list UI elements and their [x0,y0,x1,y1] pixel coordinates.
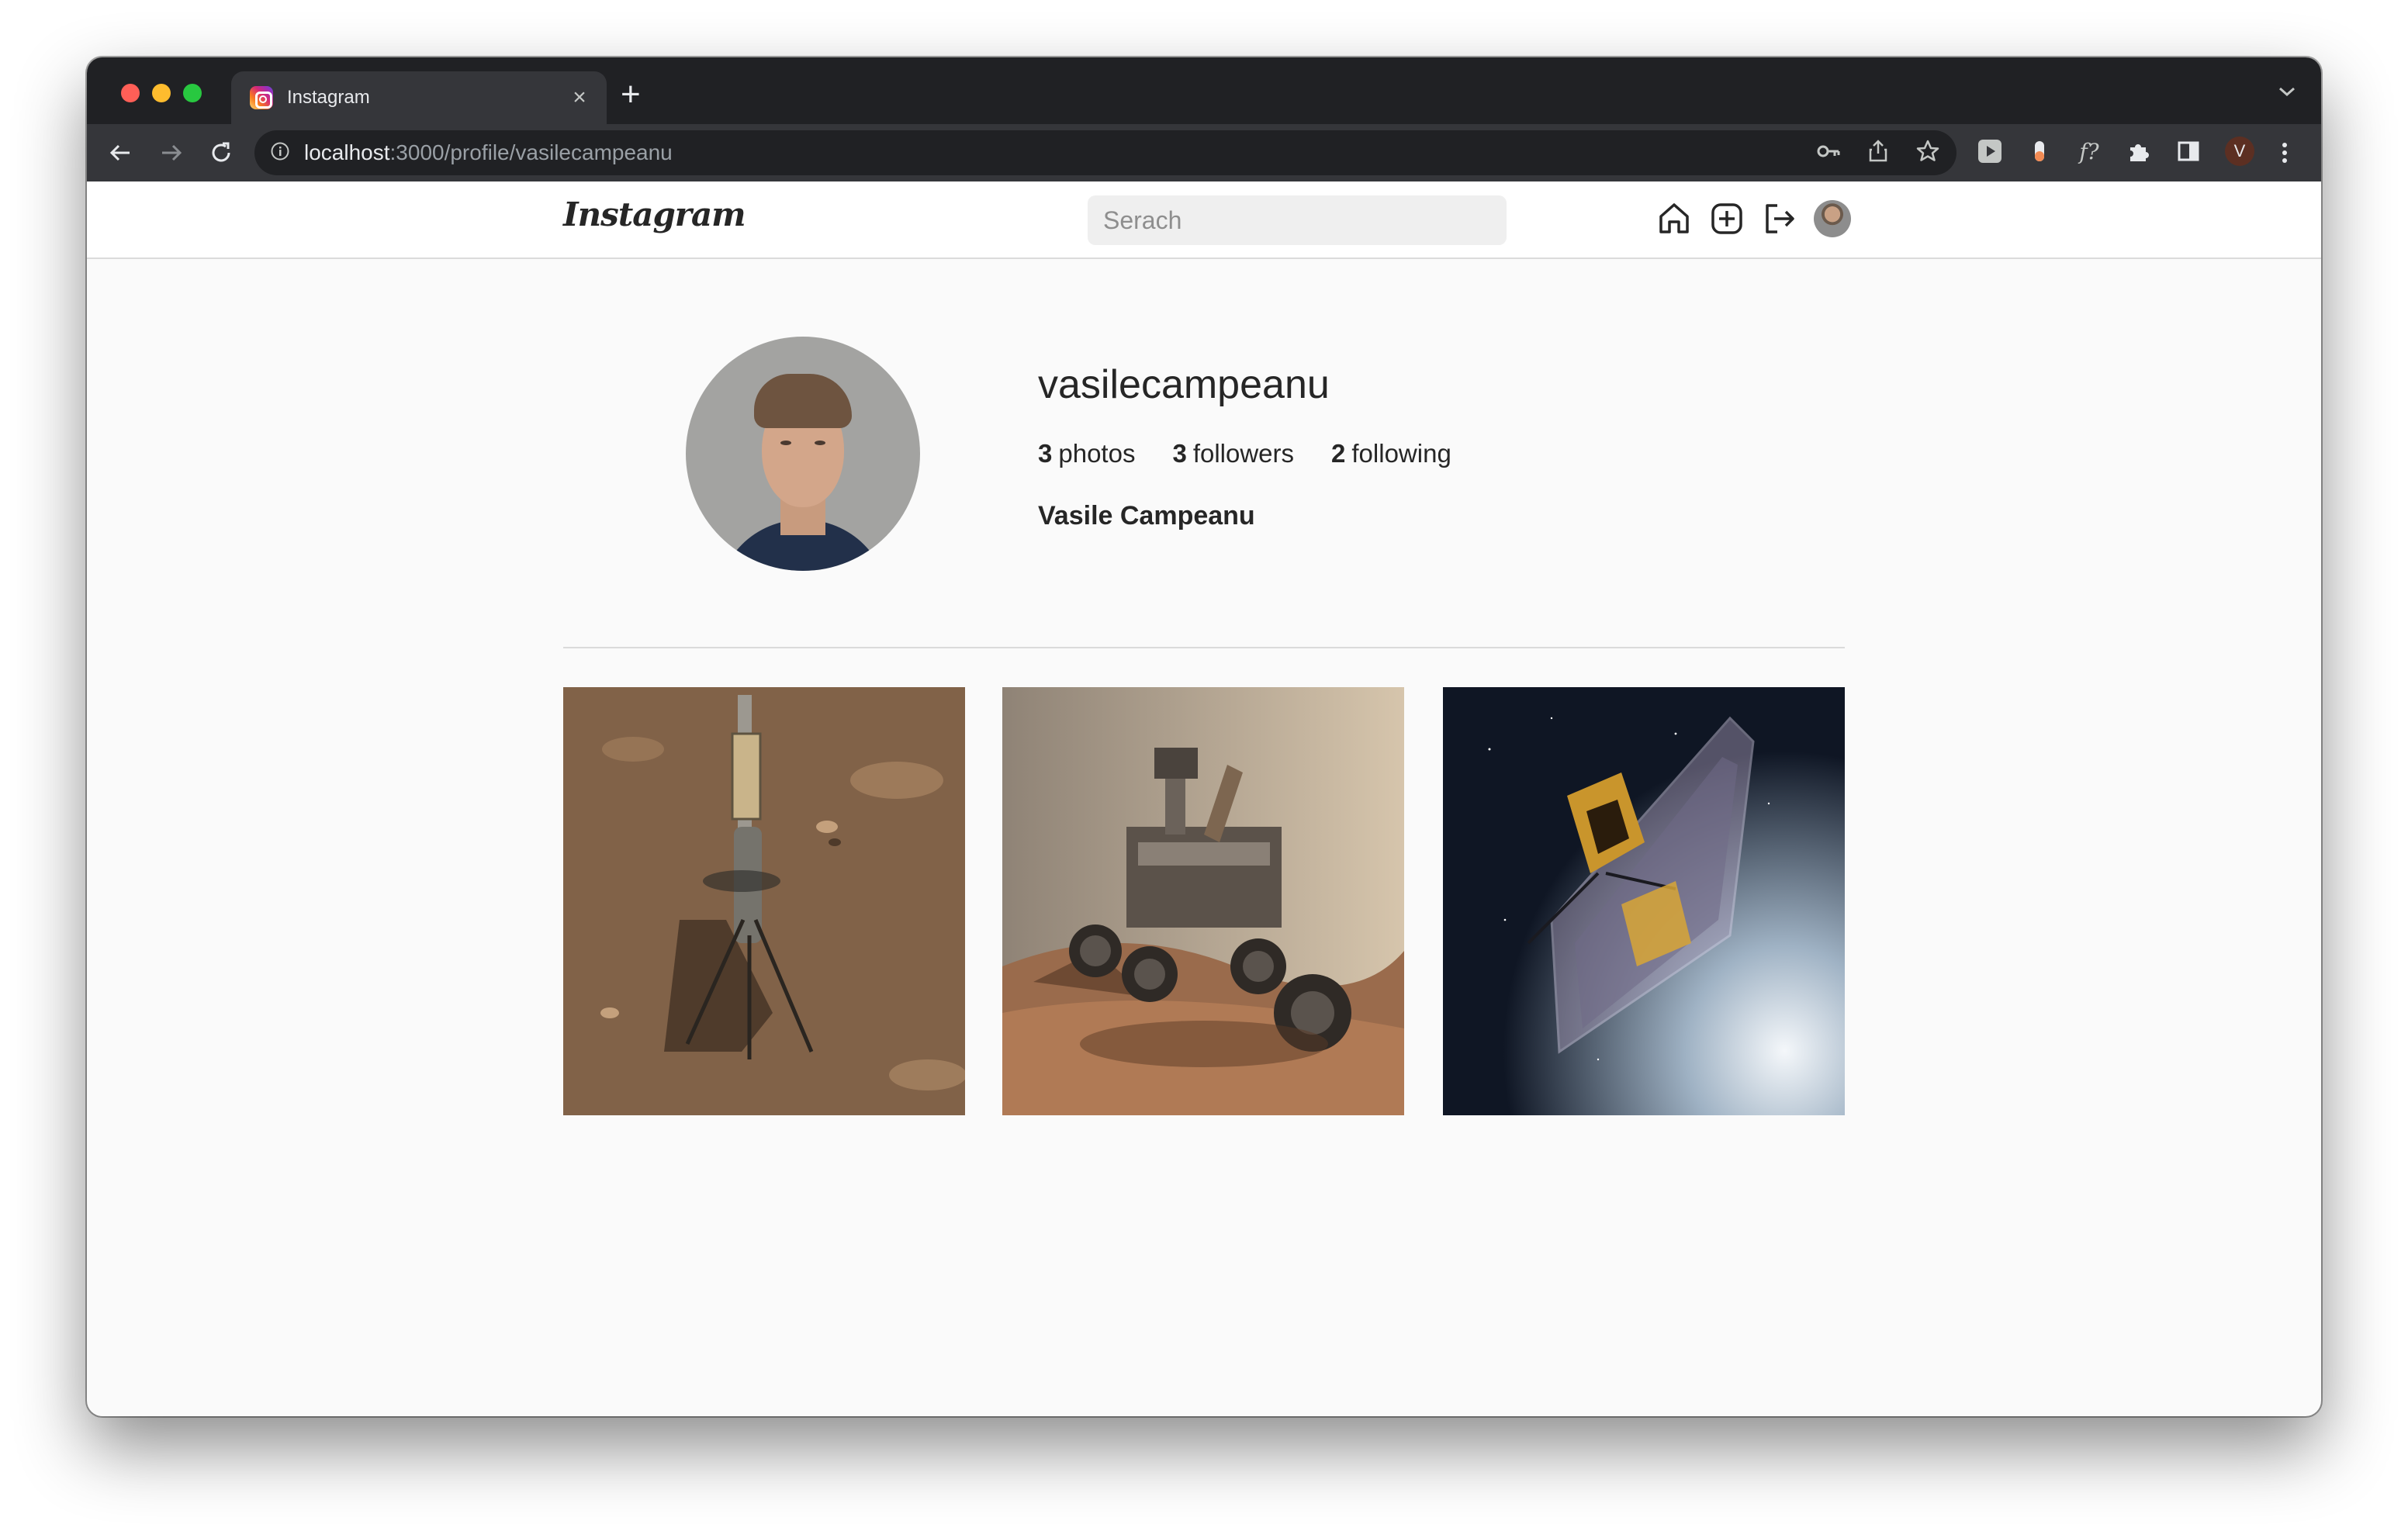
maximize-window-button[interactable] [183,84,202,102]
browser-toolbar: localhost:3000/profile/vasilecampeanu f?… [87,124,2321,181]
photos-label: photos [1058,439,1136,468]
avatar-eye [780,441,791,445]
url-text: localhost:3000/profile/vasilecampeanu [304,140,673,165]
photo-tile-rover[interactable] [1002,687,1404,1115]
side-panel-icon[interactable] [2175,138,2202,164]
photos-count: 3 [1038,439,1053,468]
new-tab-button[interactable]: + [621,78,641,112]
followers-count: 3 [1172,439,1187,468]
password-key-icon[interactable] [1815,138,1842,168]
instagram-favicon-icon [250,86,273,109]
tab-strip: Instagram × + [87,57,2321,124]
following-label: following [1351,439,1451,468]
profile-full-name: Vasile Campeanu [1038,501,1255,530]
font-finder-extension-icon[interactable]: f? [2076,138,2102,164]
profile-avatar [686,337,920,571]
extensions-puzzle-icon[interactable] [2126,138,2152,164]
photo-tile-helicopter[interactable] [563,687,965,1115]
avatar-eye [815,441,825,445]
url-host: localhost [304,140,390,164]
search-input[interactable] [1088,195,1507,245]
new-post-icon[interactable] [1708,200,1745,237]
window-controls [121,84,202,102]
bookmark-star-icon[interactable] [1915,138,1941,168]
following-count: 2 [1331,439,1346,468]
profile-username: vasilecampeanu [1038,362,1330,407]
tab-search-chevron-icon[interactable] [2276,84,2298,103]
home-icon[interactable] [1656,200,1693,237]
reload-icon[interactable] [206,138,236,168]
header-actions [1656,200,1851,237]
followers-label: followers [1192,439,1295,468]
omnibox-actions [1815,138,1941,168]
following-stat[interactable]: 2 following [1331,439,1451,468]
video-extension-icon[interactable] [1977,138,2003,164]
sign-out-icon[interactable] [1761,200,1798,237]
avatar-hair [754,374,852,428]
extensions-area: f? V [1977,137,2254,166]
back-arrow-icon[interactable] [106,138,135,168]
browser-menu-icon[interactable] [2270,138,2299,171]
followers-stat[interactable]: 3 followers [1172,439,1294,468]
browser-window: Instagram × + localhost:3000/profile/vas… [87,57,2321,1416]
url-path: :3000/profile/vasilecampeanu [389,140,673,164]
app-header: Instagram [87,181,2321,259]
tab-instagram[interactable]: Instagram × [231,71,607,124]
photos-stat: 3 photos [1038,439,1135,468]
address-bar[interactable]: localhost:3000/profile/vasilecampeanu [254,130,1956,175]
profile-divider [563,647,1845,648]
photo-tile-telescope[interactable] [1443,687,1845,1115]
tab-title: Instagram [287,87,370,108]
capsule-extension-icon[interactable] [2026,138,2053,164]
browser-profile-avatar[interactable]: V [2225,137,2254,166]
site-info-icon[interactable] [270,141,290,165]
tab-close-icon[interactable]: × [568,86,591,109]
share-icon[interactable] [1865,138,1891,168]
forward-arrow-icon[interactable] [157,138,186,168]
profile-stats: 3 photos 3 followers 2 following [1038,439,1451,468]
user-avatar[interactable] [1814,200,1851,237]
close-window-button[interactable] [121,84,140,102]
instagram-logo[interactable]: Instagram [563,195,746,233]
minimize-window-button[interactable] [152,84,171,102]
